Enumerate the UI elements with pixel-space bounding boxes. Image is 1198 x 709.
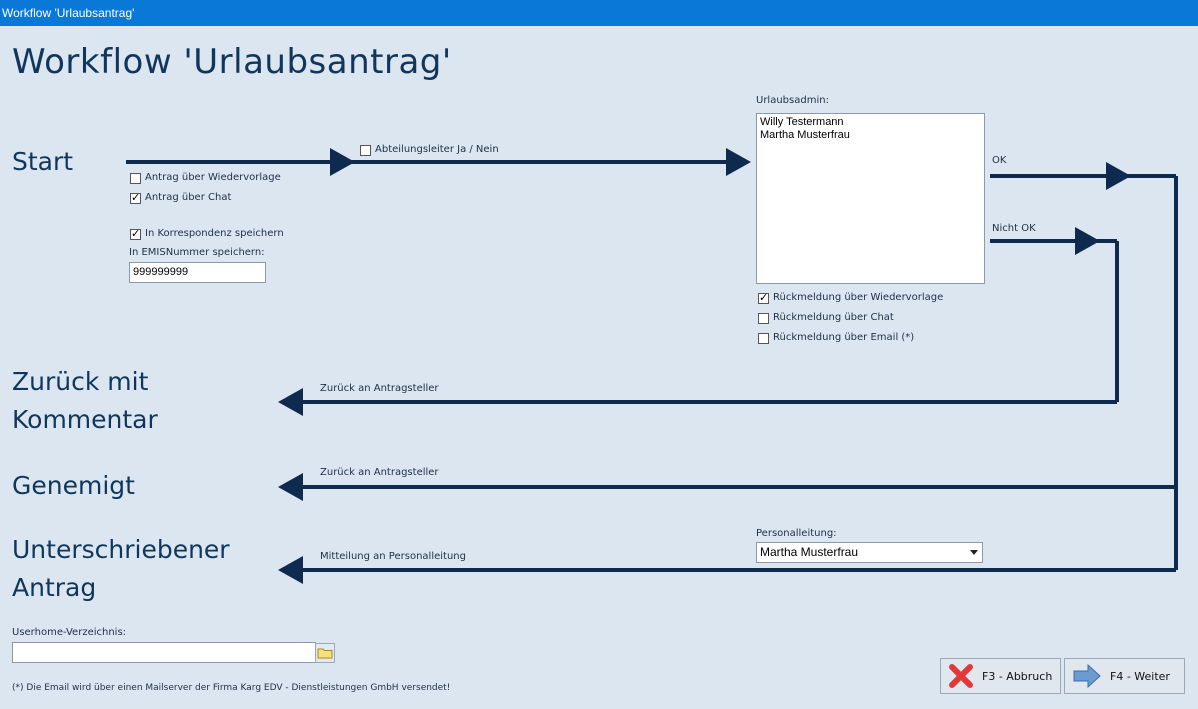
userhome-input[interactable] xyxy=(12,642,316,663)
personalleitung-select[interactable]: Martha Musterfrau xyxy=(756,542,983,563)
rueck-chat-label: Rückmeldung über Chat xyxy=(773,312,894,323)
arrowhead-personal xyxy=(278,556,303,584)
emis-input[interactable]: 999999999 xyxy=(129,262,266,283)
workflow-diagram xyxy=(126,148,1178,584)
right-arrow-icon xyxy=(1073,663,1101,689)
wiedervorlage-checkbox[interactable] xyxy=(130,173,141,184)
korrespondenz-label: In Korrespondenz speichern xyxy=(145,228,284,239)
arrowhead-zurueck xyxy=(278,388,303,416)
rueck-email-checkbox[interactable] xyxy=(758,333,769,344)
rueck-wiedervorlage-label: Rückmeldung über Wiedervorlage xyxy=(773,292,944,303)
rueck-email-label: Rückmeldung über Email (*) xyxy=(773,332,915,343)
stage-zurueck-line1: Zurück mit xyxy=(12,367,149,396)
weiter-label: F4 - Weiter xyxy=(1110,669,1170,683)
footnote: (*) Die Email wird über einen Mailserver… xyxy=(12,683,451,693)
arrowhead-ok xyxy=(1106,162,1131,190)
list-item[interactable]: Martha Musterfrau xyxy=(760,129,981,142)
genemigt-arrow-label: Zurück an Antragsteller xyxy=(320,467,439,478)
abteilungsleiter-label: Abteilungsleiter Ja / Nein xyxy=(375,144,499,155)
personalleitung-value: Martha Musterfrau xyxy=(760,545,859,559)
folder-icon[interactable] xyxy=(315,643,335,663)
ok-label: OK xyxy=(992,155,1007,166)
personalleitung-label: Personalleitung: xyxy=(756,528,837,539)
abbruch-button[interactable]: F3 - Abbruch xyxy=(940,658,1061,694)
stage-genemigt: Genemigt xyxy=(12,471,135,500)
chat-label: Antrag über Chat xyxy=(145,192,232,203)
userhome-label: Userhome-Verzeichnis: xyxy=(12,627,127,638)
chat-checkbox[interactable] xyxy=(130,191,141,204)
nicht-ok-label: Nicht OK xyxy=(992,223,1036,234)
stage-zurueck-line2: Kommentar xyxy=(12,405,158,434)
stage-start: Start xyxy=(12,147,74,176)
abbruch-label: F3 - Abbruch xyxy=(982,669,1053,683)
arrowhead-nicht-ok xyxy=(1075,227,1100,255)
urlaubsadmin-label: Urlaubsadmin: xyxy=(756,95,829,106)
abteilungsleiter-checkbox[interactable] xyxy=(360,145,371,156)
arrowhead-genemigt xyxy=(278,473,303,501)
emis-label: In EMISNummer speichern: xyxy=(129,247,265,258)
personal-arrow-label: Mitteilung an Personalleitung xyxy=(320,551,466,562)
rueck-wiedervorlage-checkbox[interactable] xyxy=(758,291,769,304)
weiter-button[interactable]: F4 - Weiter xyxy=(1064,658,1185,694)
stage-unterschrieben-line2: Antrag xyxy=(12,573,97,602)
chevron-down-icon[interactable] xyxy=(970,550,978,555)
list-item[interactable]: Willy Testermann xyxy=(760,116,981,129)
zurueck-arrow-label: Zurück an Antragsteller xyxy=(320,383,439,394)
urlaubsadmin-listbox[interactable]: Willy Testermann Martha Musterfrau xyxy=(756,113,985,284)
arrowhead-2 xyxy=(726,148,751,176)
stage-unterschrieben-line1: Unterschriebener xyxy=(12,535,230,564)
arrowhead-1 xyxy=(330,148,355,176)
rueck-chat-checkbox[interactable] xyxy=(758,313,769,324)
wiedervorlage-label: Antrag über Wiedervorlage xyxy=(145,172,281,183)
red-x-icon xyxy=(949,664,973,688)
korrespondenz-checkbox[interactable] xyxy=(130,227,141,240)
